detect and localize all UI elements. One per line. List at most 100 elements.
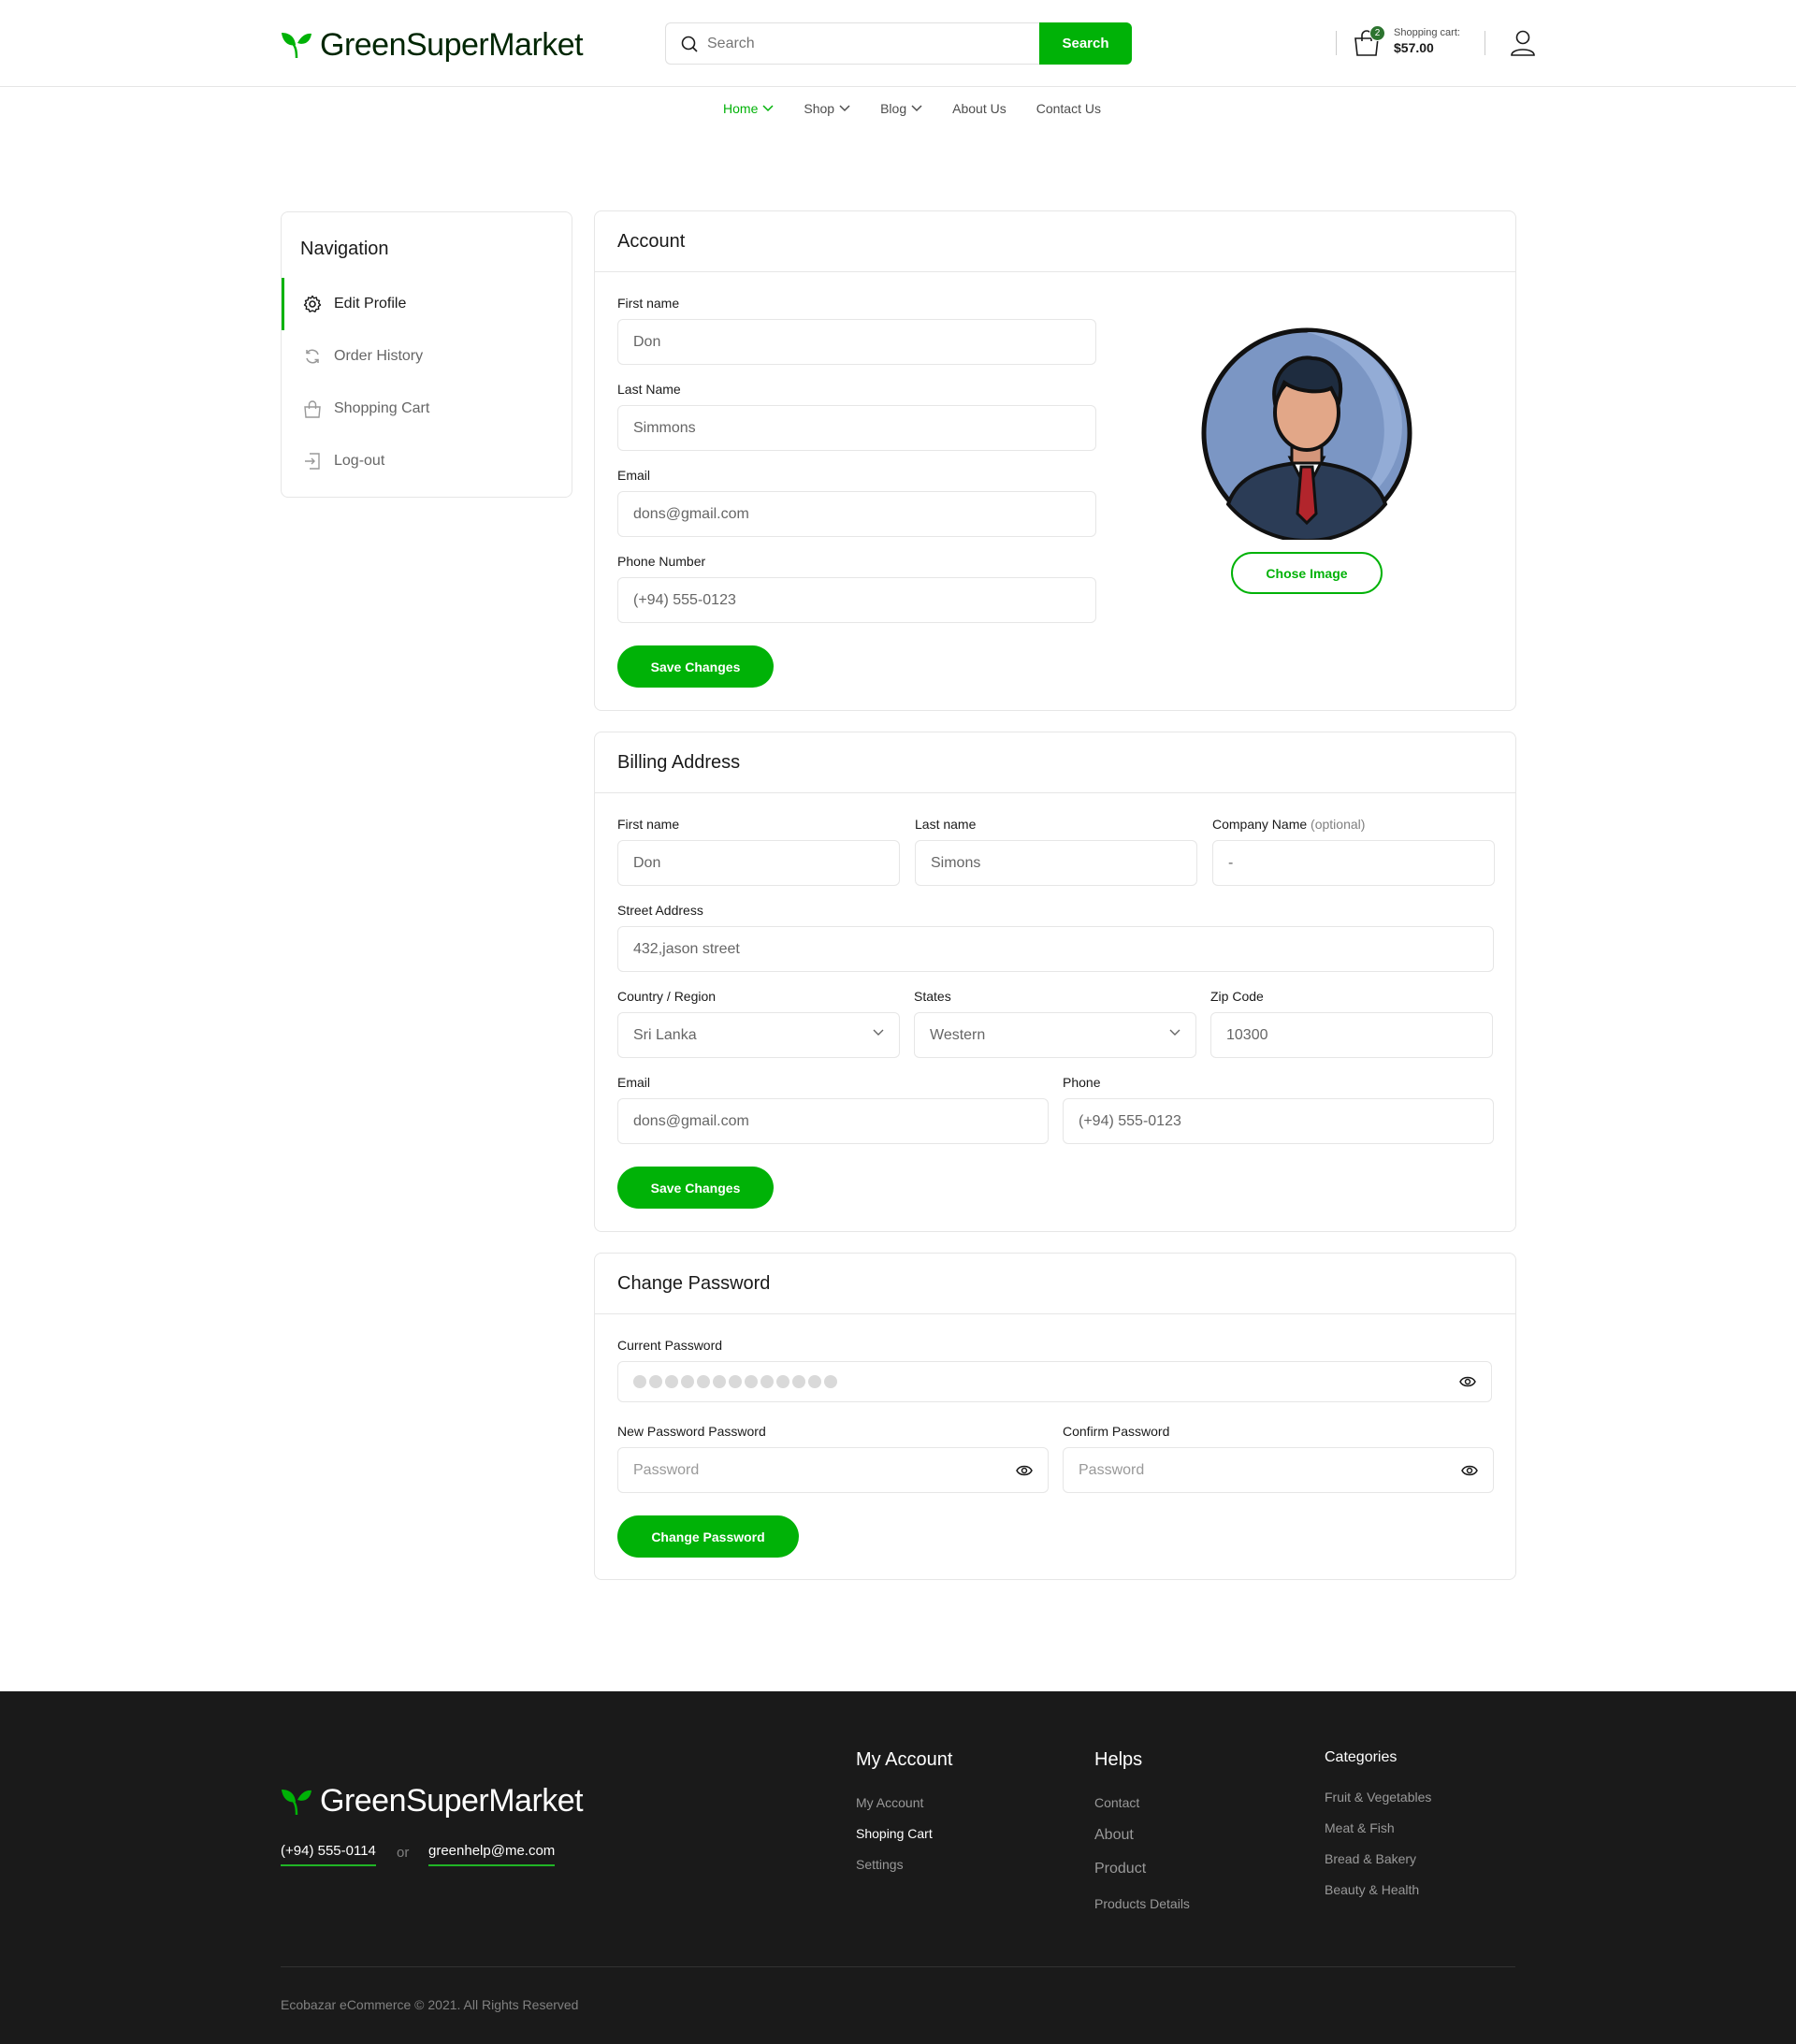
billing-first-name-field[interactable]: Don	[617, 840, 900, 886]
footer-phone[interactable]: (+94) 555-0114	[281, 1843, 376, 1866]
confirm-password-placeholder: Password	[1079, 1461, 1145, 1478]
masked-password	[633, 1375, 837, 1388]
brand-name: GreenSuperMarket	[320, 26, 584, 63]
footer-link-bread-bakery[interactable]: Bread & Bakery	[1325, 1851, 1416, 1866]
billing-email-label: Email	[617, 1075, 651, 1090]
company-name-field[interactable]: -	[1212, 840, 1495, 886]
zip-field[interactable]: 10300	[1210, 1012, 1493, 1058]
search-input[interactable]	[707, 35, 1007, 52]
phone-field[interactable]: (+94) 555-0123	[617, 577, 1096, 623]
footer-logo[interactable]: GreenSuperMarket	[281, 1783, 584, 1819]
first-name-field[interactable]: Don	[617, 319, 1096, 365]
leaf-logo-icon	[282, 33, 311, 59]
footer-link-shopping-cart[interactable]: Shoping Cart	[856, 1826, 933, 1841]
leaf-logo-icon	[282, 1789, 311, 1815]
billing-first-name-label: First name	[617, 817, 680, 832]
footer-divider	[281, 1966, 1515, 1967]
new-password-field[interactable]: Password	[617, 1447, 1049, 1493]
nav-contact[interactable]: Contact Us	[1036, 101, 1101, 116]
email-field[interactable]: dons@gmail.com	[617, 491, 1096, 537]
footer-link-about[interactable]: About	[1094, 1827, 1134, 1844]
footer-link-settings[interactable]: Settings	[856, 1857, 904, 1872]
billing-last-name-field[interactable]: Simons	[915, 840, 1197, 886]
current-password-field[interactable]	[617, 1361, 1492, 1402]
nav-shop[interactable]: Shop	[804, 101, 850, 116]
sidebar-item-label: Order History	[334, 348, 424, 364]
sidebar-item-logout[interactable]: Log-out	[282, 435, 572, 487]
footer-link-products-details[interactable]: Products Details	[1094, 1896, 1190, 1911]
billing-email-field[interactable]: dons@gmail.com	[617, 1098, 1049, 1144]
footer-link-product[interactable]: Product	[1094, 1861, 1146, 1877]
user-icon[interactable]	[1510, 29, 1536, 57]
footer-email[interactable]: greenhelp@me.com	[428, 1843, 556, 1866]
footer-link-meat-fish[interactable]: Meat & Fish	[1325, 1820, 1395, 1835]
eye-icon[interactable]	[1016, 1462, 1033, 1479]
sidebar-navigation: Navigation Edit Profile Order History Sh…	[281, 211, 572, 498]
nav-about[interactable]: About Us	[952, 101, 1007, 116]
footer-link-fruit-vegetables[interactable]: Fruit & Vegetables	[1325, 1790, 1431, 1805]
chevron-down-icon	[911, 105, 922, 112]
state-label: States	[914, 989, 951, 1004]
footer-link-my-account[interactable]: My Account	[856, 1795, 923, 1810]
chevron-down-icon	[873, 1029, 884, 1036]
eye-icon[interactable]	[1461, 1462, 1478, 1479]
nav-home[interactable]: Home	[723, 101, 774, 116]
billing-phone-field[interactable]: (+94) 555-0123	[1063, 1098, 1494, 1144]
main-nav: Home Shop Blog About Us Contact Us	[0, 101, 1796, 116]
footer-my-account-title: My Account	[856, 1749, 953, 1770]
footer-copyright: Ecobazar eCommerce © 2021. All Rights Re…	[281, 1997, 579, 2012]
cart-count-badge: 2	[1369, 25, 1385, 41]
country-select[interactable]: Sri Lanka	[617, 1012, 900, 1058]
footer-link-beauty-health[interactable]: Beauty & Health	[1325, 1882, 1419, 1897]
gear-icon	[302, 294, 323, 314]
new-password-label: New Password Password	[617, 1424, 766, 1439]
state-select[interactable]: Western	[914, 1012, 1196, 1058]
save-changes-button[interactable]: Save Changes	[617, 1167, 774, 1209]
street-address-field[interactable]: 432,jason street	[617, 926, 1494, 972]
search-bar: Search	[665, 22, 1132, 65]
phone-label: Phone Number	[617, 554, 706, 569]
nav-blog[interactable]: Blog	[880, 101, 922, 116]
footer-categories-title: Categories	[1325, 1749, 1398, 1765]
sidebar-title: Navigation	[300, 239, 389, 259]
logout-icon	[302, 451, 323, 471]
confirm-password-label: Confirm Password	[1063, 1424, 1170, 1439]
choose-image-button[interactable]: Chose Image	[1231, 552, 1383, 594]
billing-title: Billing Address	[595, 732, 1515, 793]
zip-label: Zip Code	[1210, 989, 1264, 1004]
footer-or: or	[397, 1845, 410, 1861]
search-field[interactable]	[665, 22, 1039, 65]
billing-phone-label: Phone	[1063, 1075, 1101, 1090]
confirm-password-field[interactable]: Password	[1063, 1447, 1494, 1493]
sidebar-item-label: Log-out	[334, 453, 385, 469]
site-header: GreenSuperMarket Search 2 Shopping cart:…	[0, 0, 1796, 87]
footer-link-contact[interactable]: Contact	[1094, 1795, 1139, 1810]
refresh-icon	[302, 346, 323, 367]
sidebar-item-edit-profile[interactable]: Edit Profile	[282, 278, 572, 330]
search-button[interactable]: Search	[1039, 22, 1132, 65]
account-card: Account First name Don Last Name Simmons…	[594, 210, 1516, 711]
cart-summary[interactable]: 2 Shopping cart: $57.00	[1353, 25, 1460, 57]
new-password-placeholder: Password	[633, 1461, 700, 1478]
footer-helps-title: Helps	[1094, 1749, 1143, 1770]
logo[interactable]: GreenSuperMarket	[281, 26, 584, 64]
sidebar-item-label: Edit Profile	[334, 296, 407, 312]
chevron-down-icon	[762, 105, 774, 112]
country-value: Sri Lanka	[633, 1026, 697, 1043]
country-label: Country / Region	[617, 989, 717, 1004]
email-label: Email	[617, 468, 651, 483]
state-value: Western	[930, 1026, 986, 1043]
bag-icon: 2	[1353, 25, 1385, 57]
save-changes-button[interactable]: Save Changes	[617, 645, 774, 688]
current-password-label: Current Password	[617, 1338, 723, 1353]
optional-tag: (optional)	[1311, 817, 1366, 832]
change-password-button[interactable]: Change Password	[617, 1515, 799, 1558]
bag-icon	[302, 399, 323, 419]
sidebar-item-shopping-cart[interactable]: Shopping Cart	[282, 383, 572, 435]
password-title: Change Password	[595, 1254, 1515, 1314]
sidebar-item-order-history[interactable]: Order History	[282, 330, 572, 383]
last-name-label: Last Name	[617, 382, 681, 397]
eye-icon[interactable]	[1459, 1373, 1476, 1390]
footer-brand-name: GreenSuperMarket	[320, 1783, 584, 1819]
last-name-field[interactable]: Simmons	[617, 405, 1096, 451]
